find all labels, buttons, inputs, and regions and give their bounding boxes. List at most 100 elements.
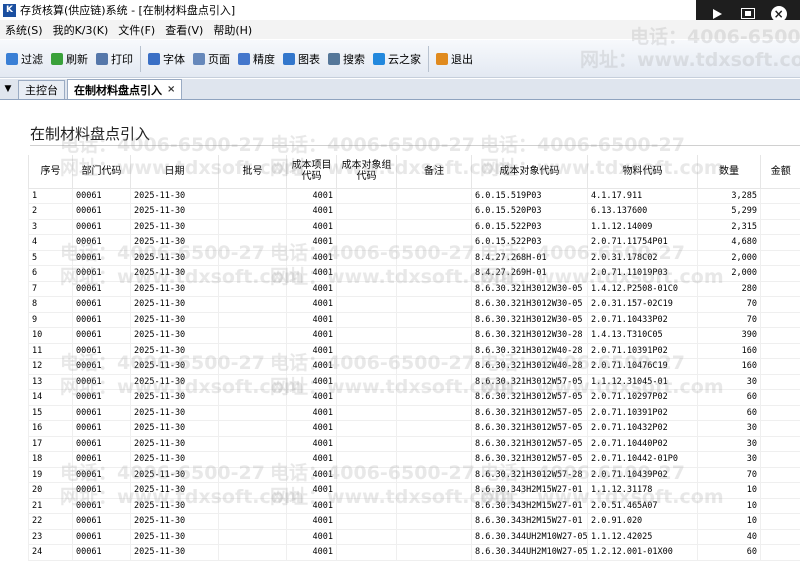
toolbar-button[interactable]: 图表	[279, 48, 324, 70]
table-cell	[760, 343, 800, 359]
table-cell	[218, 203, 287, 220]
table-cell	[760, 358, 800, 375]
table-cell	[336, 203, 397, 220]
toolbar-separator	[140, 45, 141, 72]
table-cell: 2025-11-30	[130, 188, 219, 204]
table-row[interactable]: 7 00061 2025-11-30 4001 8.6.30.321H3012W30-0…	[28, 281, 800, 297]
column-header[interactable]: 成本对象代码	[471, 155, 588, 189]
menu-item[interactable]: 我的K/3(K)	[48, 22, 114, 38]
table-row[interactable]: 20 00061 2025-11-30 4001 8.6.30.343H2M15W27-…	[28, 482, 800, 499]
table-cell	[336, 327, 397, 344]
column-header[interactable]: 备注	[396, 155, 472, 189]
table-cell	[218, 312, 287, 328]
table-row[interactable]: 3 00061 2025-11-30 4001 6.0.15.522P03 1.1.12.…	[28, 219, 800, 235]
table-cell	[396, 467, 472, 483]
table-cell: 4001	[286, 420, 337, 437]
column-header[interactable]: 数量	[697, 155, 761, 189]
table-cell: 2025-11-30	[130, 281, 219, 297]
table-cell: 70	[697, 312, 761, 328]
toolbar-button[interactable]: 搜索	[324, 48, 369, 70]
toolbar-button-label: 云之家	[388, 52, 421, 66]
table-cell: 2.0.91.020	[587, 513, 698, 530]
table-cell: 1.1.12.31045-01	[587, 374, 698, 390]
column-header[interactable]: 部门代码	[72, 155, 131, 189]
table-cell	[396, 374, 472, 390]
tab[interactable]: 主控台	[18, 80, 65, 99]
table-row[interactable]: 10 00061 2025-11-30 4001 8.6.30.321H3012W30-…	[28, 327, 800, 344]
toolbar-button[interactable]: 刷新	[47, 48, 92, 70]
toolbar: 过滤 刷新 打印 字体 页面 精度 图表 搜索 云之家 退出	[0, 40, 800, 78]
table-cell: 10	[28, 327, 73, 344]
table-cell: 2,000	[697, 265, 761, 282]
table-row[interactable]: 11 00061 2025-11-30 4001 8.6.30.321H3012W40-…	[28, 343, 800, 359]
table-row[interactable]: 5 00061 2025-11-30 4001 8.4.27.268H-01 2.0.31…	[28, 250, 800, 266]
table-row[interactable]: 2 00061 2025-11-30 4001 6.0.15.520P03 6.13.13…	[28, 203, 800, 220]
table-cell: 4001	[286, 544, 337, 561]
table-cell	[396, 234, 472, 251]
table-row[interactable]: 12 00061 2025-11-30 4001 8.6.30.321H3012W40-…	[28, 358, 800, 375]
menu-item[interactable]: 系统(S)	[0, 22, 48, 38]
table-cell: 17	[28, 436, 73, 452]
table-cell: 00061	[72, 420, 131, 437]
toolbar-button[interactable]: 过滤	[2, 48, 47, 70]
table-row[interactable]: 24 00061 2025-11-30 4001 8.6.30.344UH2M10W27…	[28, 544, 800, 561]
tab-dropdown-icon[interactable]: ▼	[0, 79, 16, 99]
column-header[interactable]: 成本对象组代码	[336, 155, 397, 189]
column-header[interactable]: 金额	[760, 155, 800, 189]
toolbar-button[interactable]: 退出	[432, 48, 477, 70]
table-cell: 2.0.71.10439P02	[587, 467, 698, 483]
tab[interactable]: 在制材料盘点引入 ×	[67, 79, 183, 99]
table-cell	[396, 405, 472, 421]
table-row[interactable]: 9 00061 2025-11-30 4001 8.6.30.321H3012W30-0…	[28, 312, 800, 328]
menu-item[interactable]: 查看(V)	[160, 22, 208, 38]
table-row[interactable]: 22 00061 2025-11-30 4001 8.6.30.343H2M15W27-…	[28, 513, 800, 530]
table-row[interactable]: 17 00061 2025-11-30 4001 8.6.30.321H3012W57-…	[28, 436, 800, 452]
table-cell: 2025-11-30	[130, 482, 219, 499]
table-cell: 14	[28, 389, 73, 406]
table-row[interactable]: 8 00061 2025-11-30 4001 8.6.30.321H3012W30-0…	[28, 296, 800, 313]
toolbar-button[interactable]: 打印	[92, 48, 137, 70]
table-row[interactable]: 23 00061 2025-11-30 4001 8.6.30.344UH2M10W27…	[28, 529, 800, 545]
table-cell	[218, 451, 287, 468]
column-header[interactable]: 批号	[218, 155, 287, 189]
toolbar-button[interactable]: 字体	[144, 48, 189, 70]
table-cell	[336, 374, 397, 390]
toolbar-button[interactable]: 精度	[234, 48, 279, 70]
table-row[interactable]: 15 00061 2025-11-30 4001 8.6.30.321H3012W57-…	[28, 405, 800, 421]
table-row[interactable]: 19 00061 2025-11-30 4001 8.6.30.321H3012W57-…	[28, 467, 800, 483]
table-cell: 2025-11-30	[130, 513, 219, 530]
toolbar-button[interactable]: 页面	[189, 48, 234, 70]
toolbar-button-label: 过滤	[21, 52, 43, 66]
table-cell: 9	[28, 312, 73, 328]
data-grid: 序号 部门代码 日期 批号 成本项目代码 成本对象组代码 备注 成本对象代码 物料代码 数量 金额 …	[28, 155, 800, 561]
column-header[interactable]: 日期	[130, 155, 219, 189]
table-cell: 00061	[72, 312, 131, 328]
close-icon[interactable]: ×	[167, 84, 175, 95]
table-row[interactable]: 16 00061 2025-11-30 4001 8.6.30.321H3012W57-…	[28, 420, 800, 437]
table-cell: 00061	[72, 374, 131, 390]
table-cell	[336, 296, 397, 313]
table-cell: 8.4.27.269H-01	[471, 265, 588, 282]
table-cell: 13	[28, 374, 73, 390]
table-cell: 30	[697, 436, 761, 452]
table-row[interactable]: 14 00061 2025-11-30 4001 8.6.30.321H3012W57-…	[28, 389, 800, 406]
table-row[interactable]: 21 00061 2025-11-30 4001 8.6.30.343H2M15W27-…	[28, 498, 800, 514]
toolbar-button[interactable]: 云之家	[369, 48, 425, 70]
table-row[interactable]: 1 00061 2025-11-30 4001 6.0.15.519P03 4.1.17.…	[28, 188, 800, 204]
toolbar-button-label: 打印	[111, 52, 133, 66]
menu-item[interactable]: 文件(F)	[113, 22, 160, 38]
table-cell: 8.6.30.321H3012W30-05	[471, 281, 588, 297]
table-cell	[760, 451, 800, 468]
table-row[interactable]: 6 00061 2025-11-30 4001 8.4.27.269H-01 2.0.71…	[28, 265, 800, 282]
tab-bar: ▼ 主控台 在制材料盘点引入 ×	[0, 79, 800, 100]
table-cell: 2.0.31.178C02	[587, 250, 698, 266]
table-row[interactable]: 13 00061 2025-11-30 4001 8.6.30.321H3012W57-…	[28, 374, 800, 390]
column-header[interactable]: 序号	[28, 155, 73, 189]
table-cell	[396, 358, 472, 375]
menu-item[interactable]: 帮助(H)	[208, 22, 257, 38]
column-header[interactable]: 成本项目代码	[286, 155, 337, 189]
column-header[interactable]: 物料代码	[587, 155, 698, 189]
table-row[interactable]: 18 00061 2025-11-30 4001 8.6.30.321H3012W57-…	[28, 451, 800, 468]
table-row[interactable]: 4 00061 2025-11-30 4001 6.0.15.522P03 2.0.71.…	[28, 234, 800, 251]
toolbar-button-label: 退出	[451, 52, 473, 66]
